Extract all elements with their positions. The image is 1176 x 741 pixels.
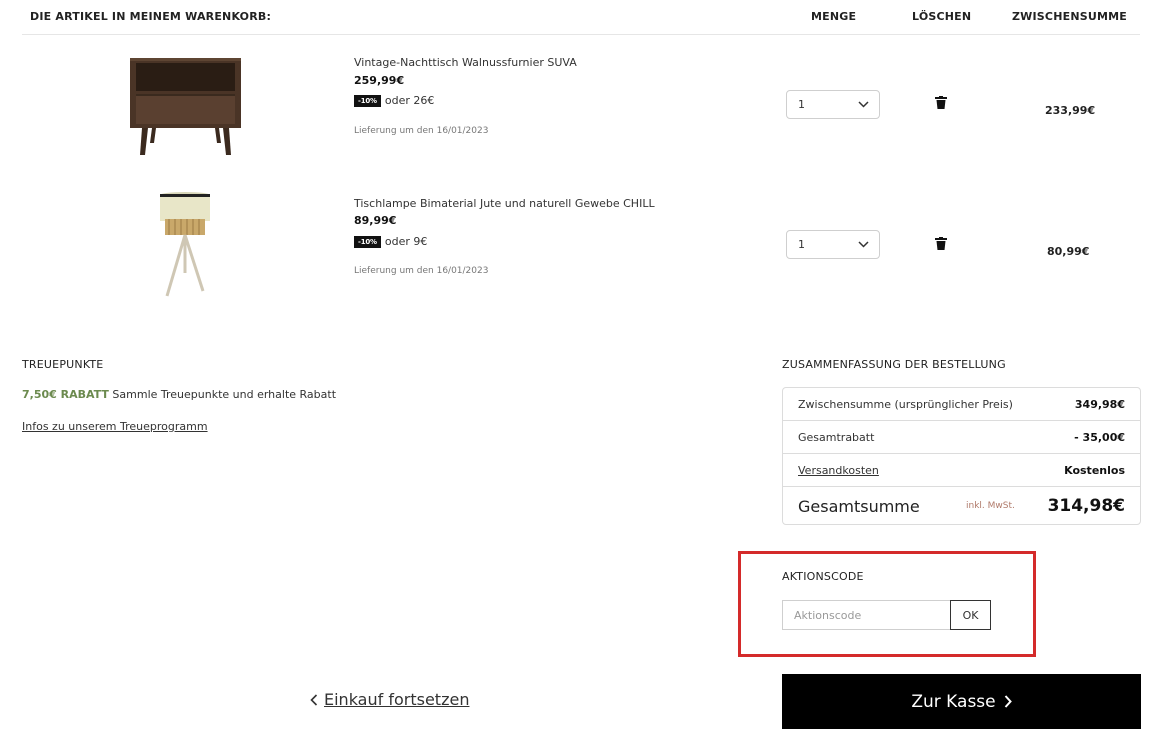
cart-items-heading: DIE ARTIKEL IN MEINEM WARENKORB: <box>30 10 272 23</box>
discount-text: oder 26€ <box>384 94 435 107</box>
chevron-down-icon <box>858 101 869 108</box>
total-label: Gesamtsumme <box>798 496 920 516</box>
summary-row-discount: Gesamtrabatt - 35,00€ <box>783 421 1140 453</box>
checkout-label: Zur Kasse <box>911 691 996 712</box>
quantity-select[interactable]: 1 <box>786 90 880 119</box>
chevron-right-icon <box>1004 695 1012 708</box>
order-summary-box: Zwischensumme (ursprünglicher Preis) 349… <box>782 387 1141 525</box>
subtotal-value: 349,98€ <box>1074 397 1125 411</box>
discount-label: Gesamtrabatt <box>798 430 875 444</box>
quantity-select[interactable]: 1 <box>786 230 880 259</box>
column-header-delete: LÖSCHEN <box>912 10 972 23</box>
nightstand-image[interactable] <box>128 55 243 157</box>
shipping-link[interactable]: Versandkosten <box>798 464 879 477</box>
item-discount: -10% oder 9€ <box>354 235 427 248</box>
item-delivery-date: Lieferung um den 16/01/2023 <box>354 126 489 136</box>
continue-shopping-label: Einkauf fortsetzen <box>324 690 470 709</box>
continue-shopping-link[interactable]: Einkauf fortsetzen <box>310 690 469 709</box>
discount-value: - 35,00€ <box>1074 430 1125 444</box>
item-name[interactable]: Vintage-Nachttisch Walnussfurnier SUVA <box>354 56 577 69</box>
summary-row-total: Gesamtsumme inkl. MwSt. 314,98€ <box>783 487 1140 525</box>
summary-row-shipping: Versandkosten Kostenlos <box>783 454 1140 486</box>
promo-ok-button[interactable]: OK <box>950 600 991 630</box>
item-price: 259,99€ <box>354 74 405 87</box>
discount-badge: -10% <box>354 94 381 107</box>
promo-code-input[interactable] <box>782 600 950 630</box>
promo-title: AKTIONSCODE <box>782 570 864 583</box>
trash-icon[interactable] <box>935 237 947 251</box>
item-line-total: 80,99€ <box>1047 245 1090 258</box>
loyalty-discount: 7,50€ RABATT Sammle Treuepunkte und erha… <box>22 388 336 401</box>
chevron-left-icon <box>310 693 318 706</box>
subtotal-label: Zwischensumme (ursprünglicher Preis) <box>798 397 1013 411</box>
vat-note: inkl. MwSt. <box>966 501 1015 511</box>
quantity-value: 1 <box>798 238 805 251</box>
item-price: 89,99€ <box>354 214 397 227</box>
discount-text: oder 9€ <box>384 235 428 248</box>
quantity-value: 1 <box>798 98 805 111</box>
shipping-value: Kostenlos <box>1064 463 1125 477</box>
header-divider <box>22 34 1140 35</box>
column-header-quantity: MENGE <box>811 10 857 23</box>
chevron-down-icon <box>858 241 869 248</box>
loyalty-title: TREUEPUNKTE <box>22 358 104 371</box>
loyalty-discount-amount: 7,50€ RABATT <box>22 388 109 401</box>
summary-row-subtotal: Zwischensumme (ursprünglicher Preis) 349… <box>783 388 1140 420</box>
column-header-subtotal: ZWISCHENSUMME <box>1012 10 1127 23</box>
total-value: 314,98€ <box>1047 496 1125 516</box>
item-name[interactable]: Tischlampe Bimaterial Jute und naturell … <box>354 197 655 210</box>
summary-title: ZUSAMMENFASSUNG DER BESTELLUNG <box>782 358 1006 371</box>
loyalty-info-link[interactable]: Infos zu unserem Treueprogramm <box>22 420 208 433</box>
item-discount: -10% oder 26€ <box>354 94 434 107</box>
item-line-total: 233,99€ <box>1045 104 1096 117</box>
trash-icon[interactable] <box>935 96 947 110</box>
discount-badge: -10% <box>354 235 381 248</box>
checkout-button[interactable]: Zur Kasse <box>782 674 1141 729</box>
table-lamp-image[interactable] <box>155 191 215 298</box>
loyalty-discount-text: Sammle Treuepunkte und erhalte Rabatt <box>112 388 337 401</box>
item-delivery-date: Lieferung um den 16/01/2023 <box>354 266 489 276</box>
